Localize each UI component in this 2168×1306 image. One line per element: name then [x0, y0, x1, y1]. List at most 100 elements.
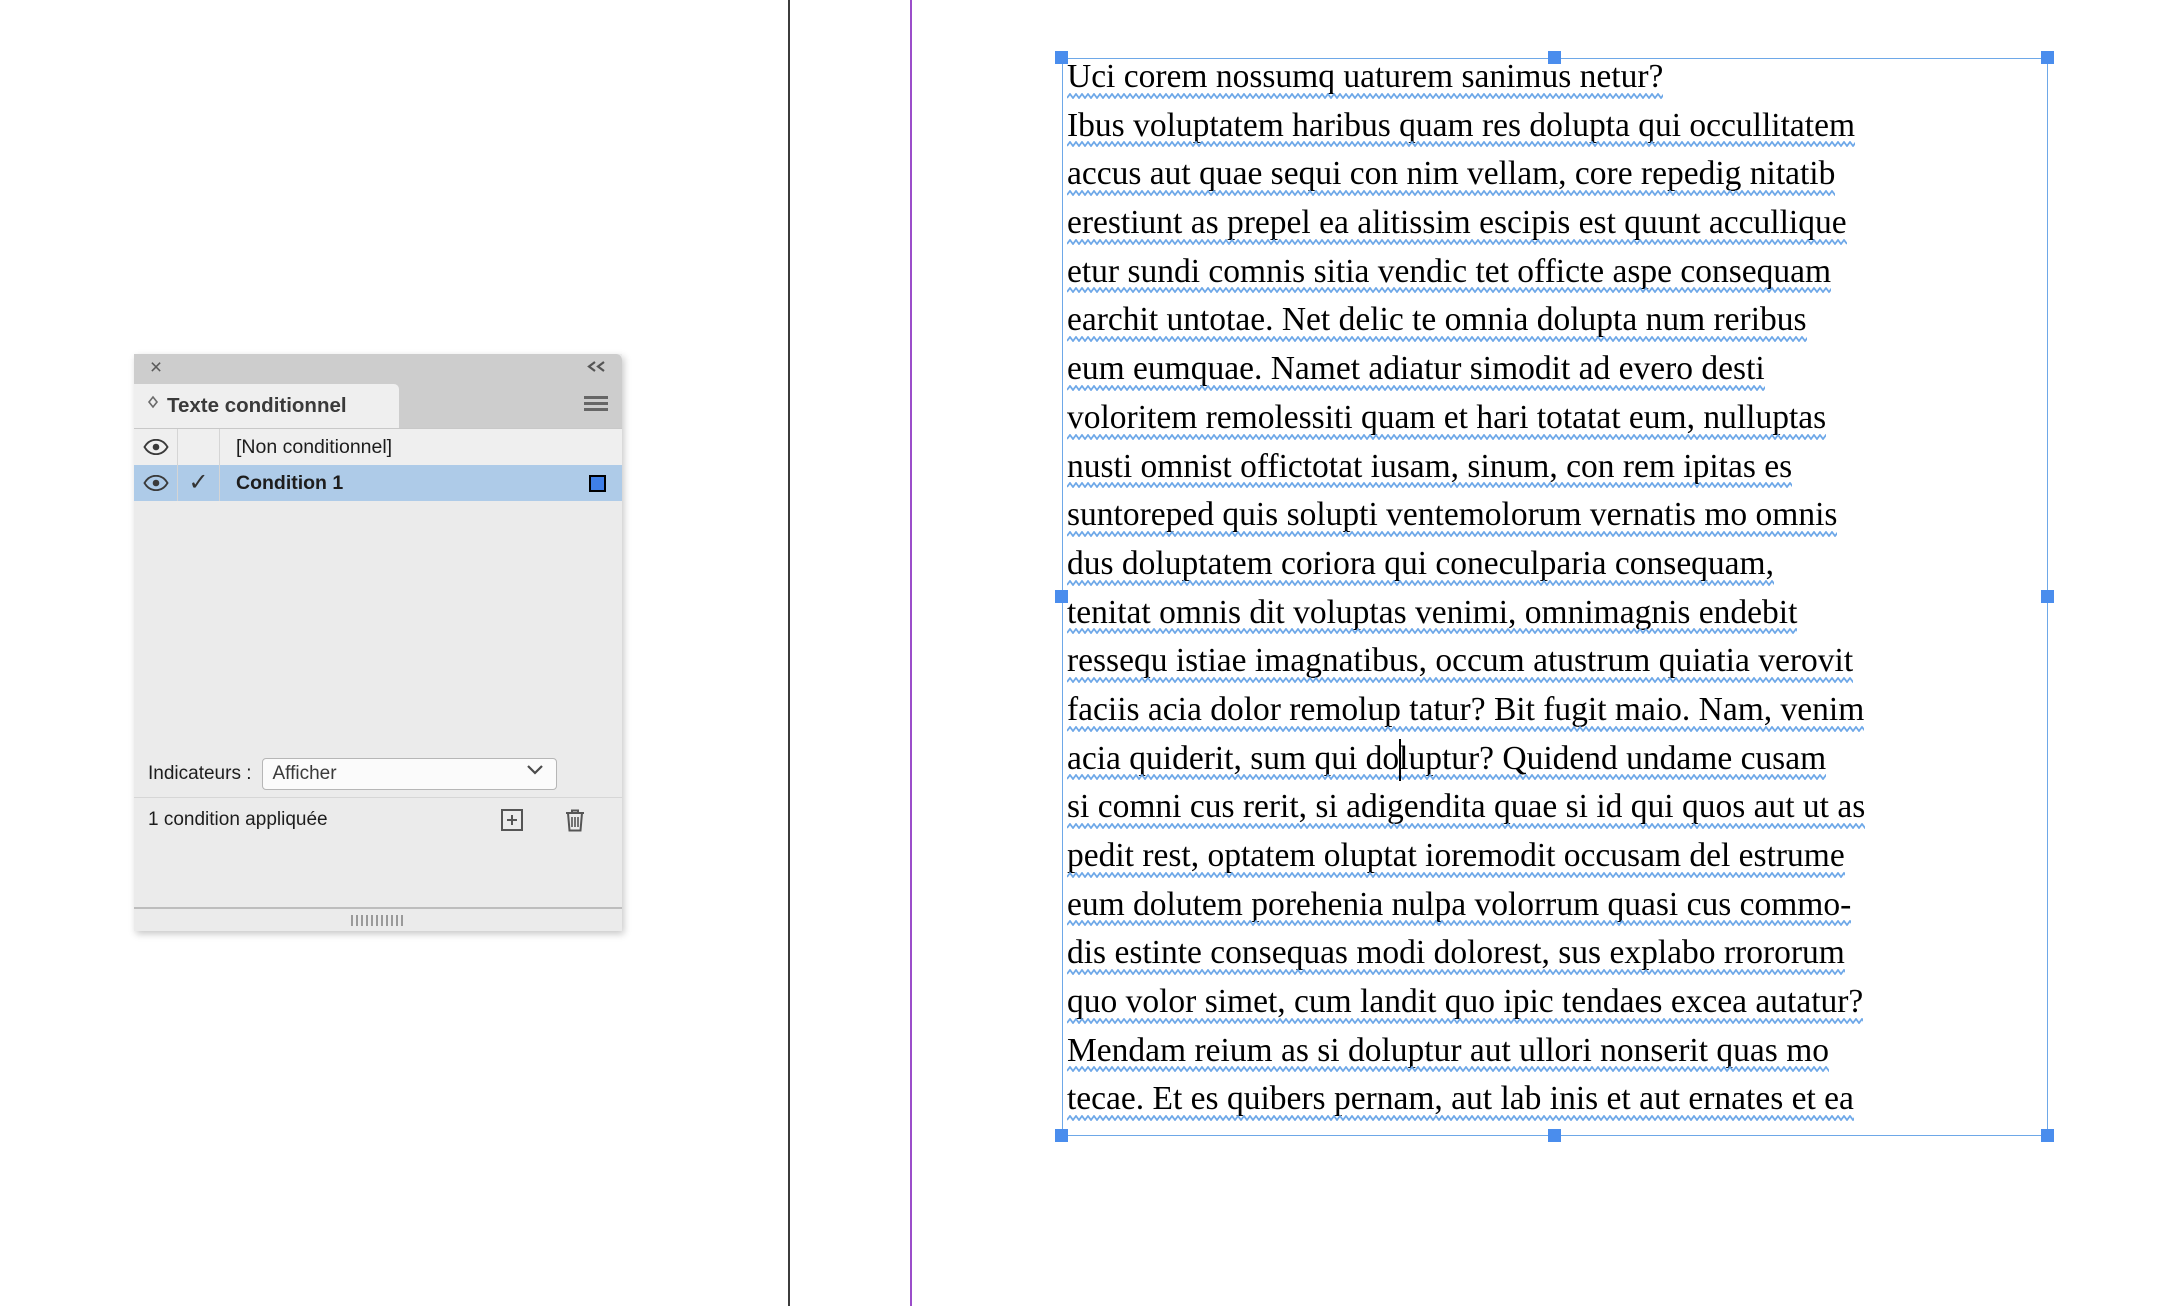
text-line[interactable]: etur sundi comnis sitia vendic tet offic… [1067, 248, 2057, 297]
condition-indicator-wave [1067, 1017, 1863, 1024]
eye-icon [142, 475, 169, 491]
menu-line [584, 408, 608, 411]
selection-handle-top-right[interactable] [2041, 51, 2054, 64]
swatch-box [588, 474, 606, 492]
text-line[interactable]: erestiunt as prepel ea alitissim escipis… [1067, 199, 2057, 248]
text-line[interactable]: tecae. Et es quibers pernam, aut lab ini… [1067, 1075, 2057, 1124]
condition-indicator-wave [1067, 190, 1835, 197]
applied-check-icon[interactable]: ✓ [178, 465, 220, 501]
grip-tick [395, 914, 398, 926]
grip-tick [390, 914, 393, 926]
margin-guide [910, 0, 912, 1306]
condition-indicator-wave [1067, 433, 1826, 440]
condition-indicator-wave [1067, 823, 1865, 829]
diamond-updown-icon [147, 395, 159, 408]
indicators-select[interactable]: Afficher [261, 758, 557, 790]
text-line[interactable]: acia quiderit, sum qui doluptur? Quidend… [1067, 735, 2057, 784]
condition-color-swatch [572, 429, 622, 465]
condition-indicator-wave [1067, 725, 1864, 732]
selection-handle-top-left[interactable] [1055, 51, 1068, 64]
visibility-toggle[interactable] [134, 429, 178, 465]
condition-indicator-wave [1067, 92, 1663, 99]
selection-handle-bottom-center[interactable] [1548, 1129, 1561, 1142]
condition-indicator-wave [1067, 920, 1851, 927]
condition-indicator-wave [1067, 628, 1797, 635]
text-line[interactable]: quo volor simet, cum landit quo ipic ten… [1067, 978, 2057, 1027]
trash-icon [566, 809, 584, 832]
text-line[interactable]: faciis acia dolor remolup tatur? Bit fug… [1067, 686, 2057, 735]
grip-tick [385, 914, 388, 926]
new-condition-button[interactable] [498, 806, 526, 834]
text-line[interactable]: eum eumquae. Namet adiatur simodit ad ev… [1067, 345, 2057, 394]
panel-title: Texte conditionnel [167, 394, 347, 417]
condition-indicator-wave [1067, 969, 1845, 976]
tab-conditional-text[interactable]: Texte conditionnel [134, 384, 399, 428]
text-line[interactable]: Mendam reium as si doluptur aut ullori n… [1067, 1027, 2057, 1076]
grip-tick [380, 914, 383, 926]
text-line[interactable]: voloritem remolessiti quam et hari totat… [1067, 394, 2057, 443]
panel-tabstrip: Texte conditionnel [134, 384, 622, 428]
tab-grabber-icon [146, 395, 160, 418]
delete-condition-button[interactable] [562, 806, 590, 834]
chevron-down-icon [525, 761, 545, 781]
panel-menu-icon[interactable] [584, 396, 608, 414]
selection-handle-middle-left[interactable] [1055, 590, 1068, 603]
condition-indicator-wave [1067, 676, 1853, 683]
double-chevron-left-icon [587, 361, 605, 372]
condition-row[interactable]: ✓ Condition 1 [134, 465, 622, 501]
grip-tick [360, 914, 363, 926]
panel-resize-grip[interactable] [134, 907, 622, 931]
story-text[interactable]: Uci corem nossumq uaturem sanimus netur?… [1067, 53, 2057, 1124]
close-icon[interactable]: × [144, 356, 168, 380]
applied-check-empty[interactable] [178, 429, 220, 465]
indicators-row: Indicateurs : Afficher [134, 751, 622, 797]
text-line[interactable]: Uci corem nossumq uaturem sanimus netur? [1067, 53, 2057, 102]
text-line[interactable]: pedit rest, optatem oluptat ioremodit oc… [1067, 832, 2057, 881]
text-frame[interactable]: Uci corem nossumq uaturem sanimus netur?… [1062, 58, 2048, 1136]
text-line[interactable]: nusti omnist officto​tat iusam, sinum, c… [1067, 443, 2057, 492]
grip-tick [365, 914, 368, 926]
grip-tick [370, 914, 373, 926]
text-line[interactable]: si comni cus rerit, si adigendita quae s… [1067, 783, 2057, 832]
condition-indicator-wave [1067, 384, 1765, 391]
indicators-label: Indicateurs : [148, 763, 252, 784]
condition-indicator-wave [1067, 287, 1831, 294]
condition-list[interactable]: [Non conditionnel] ✓ Condition 1 [134, 428, 622, 751]
plus-icon [501, 809, 523, 831]
grip-tick [400, 914, 403, 926]
selection-handle-bottom-left[interactable] [1055, 1129, 1068, 1142]
indicators-value: Afficher [272, 763, 337, 784]
text-line[interactable]: ressequ istiae imagnatibus, occum atustr… [1067, 637, 2057, 686]
grip-tick [375, 914, 378, 926]
condition-indicator-wave [1067, 336, 1807, 343]
text-line[interactable]: dus doluptatem coriora qui coneculparia … [1067, 540, 2057, 589]
condition-indicator-wave [1067, 238, 1847, 245]
selection-handle-top-center[interactable] [1548, 51, 1561, 64]
condition-indicator-wave [1067, 530, 1837, 537]
text-line[interactable]: tenitat omnis dit voluptas venimi, omnim… [1067, 589, 2057, 638]
page-edge-guide [788, 0, 790, 1306]
condition-row[interactable]: [Non conditionnel] [134, 429, 622, 465]
condition-indicator-wave [1067, 1115, 1854, 1122]
selection-handle-middle-right[interactable] [2041, 590, 2054, 603]
conditional-text-panel[interactable]: × Texte conditionnel [Non conditionnel] ✓… [134, 354, 622, 931]
collapse-panel-icon[interactable] [584, 357, 610, 379]
text-line[interactable]: earchit untotae. Net delic te omnia dolu… [1067, 296, 2057, 345]
text-line[interactable]: accus aut quae sequi con nim vellam, cor… [1067, 150, 2057, 199]
panel-footer: 1 condition appliquée [134, 797, 622, 841]
panel-titlebar: × [134, 354, 622, 384]
condition-indicator-wave [1067, 1066, 1829, 1073]
selection-handle-bottom-right[interactable] [2041, 1129, 2054, 1142]
condition-indicator-wave [1067, 774, 1826, 781]
condition-indicator-wave [1067, 482, 1792, 489]
text-line[interactable]: Ibus voluptatem haribus quam res dolupta… [1067, 102, 2057, 151]
condition-name: Condition 1 [236, 471, 344, 494]
text-line[interactable]: dis estinte consequas modi dolorest, sus… [1067, 929, 2057, 978]
visibility-toggle[interactable] [134, 465, 178, 501]
text-line[interactable]: suntoreped quis solupti ventemolorum ver… [1067, 491, 2057, 540]
condition-indicator-wave [1067, 141, 1855, 148]
text-line[interactable]: eum dolutem porehenia nulpa volorrum qua… [1067, 881, 2057, 930]
condition-indicator-wave [1067, 579, 1774, 586]
condition-name: [Non conditionnel] [236, 435, 393, 458]
grip-tick [355, 914, 358, 926]
